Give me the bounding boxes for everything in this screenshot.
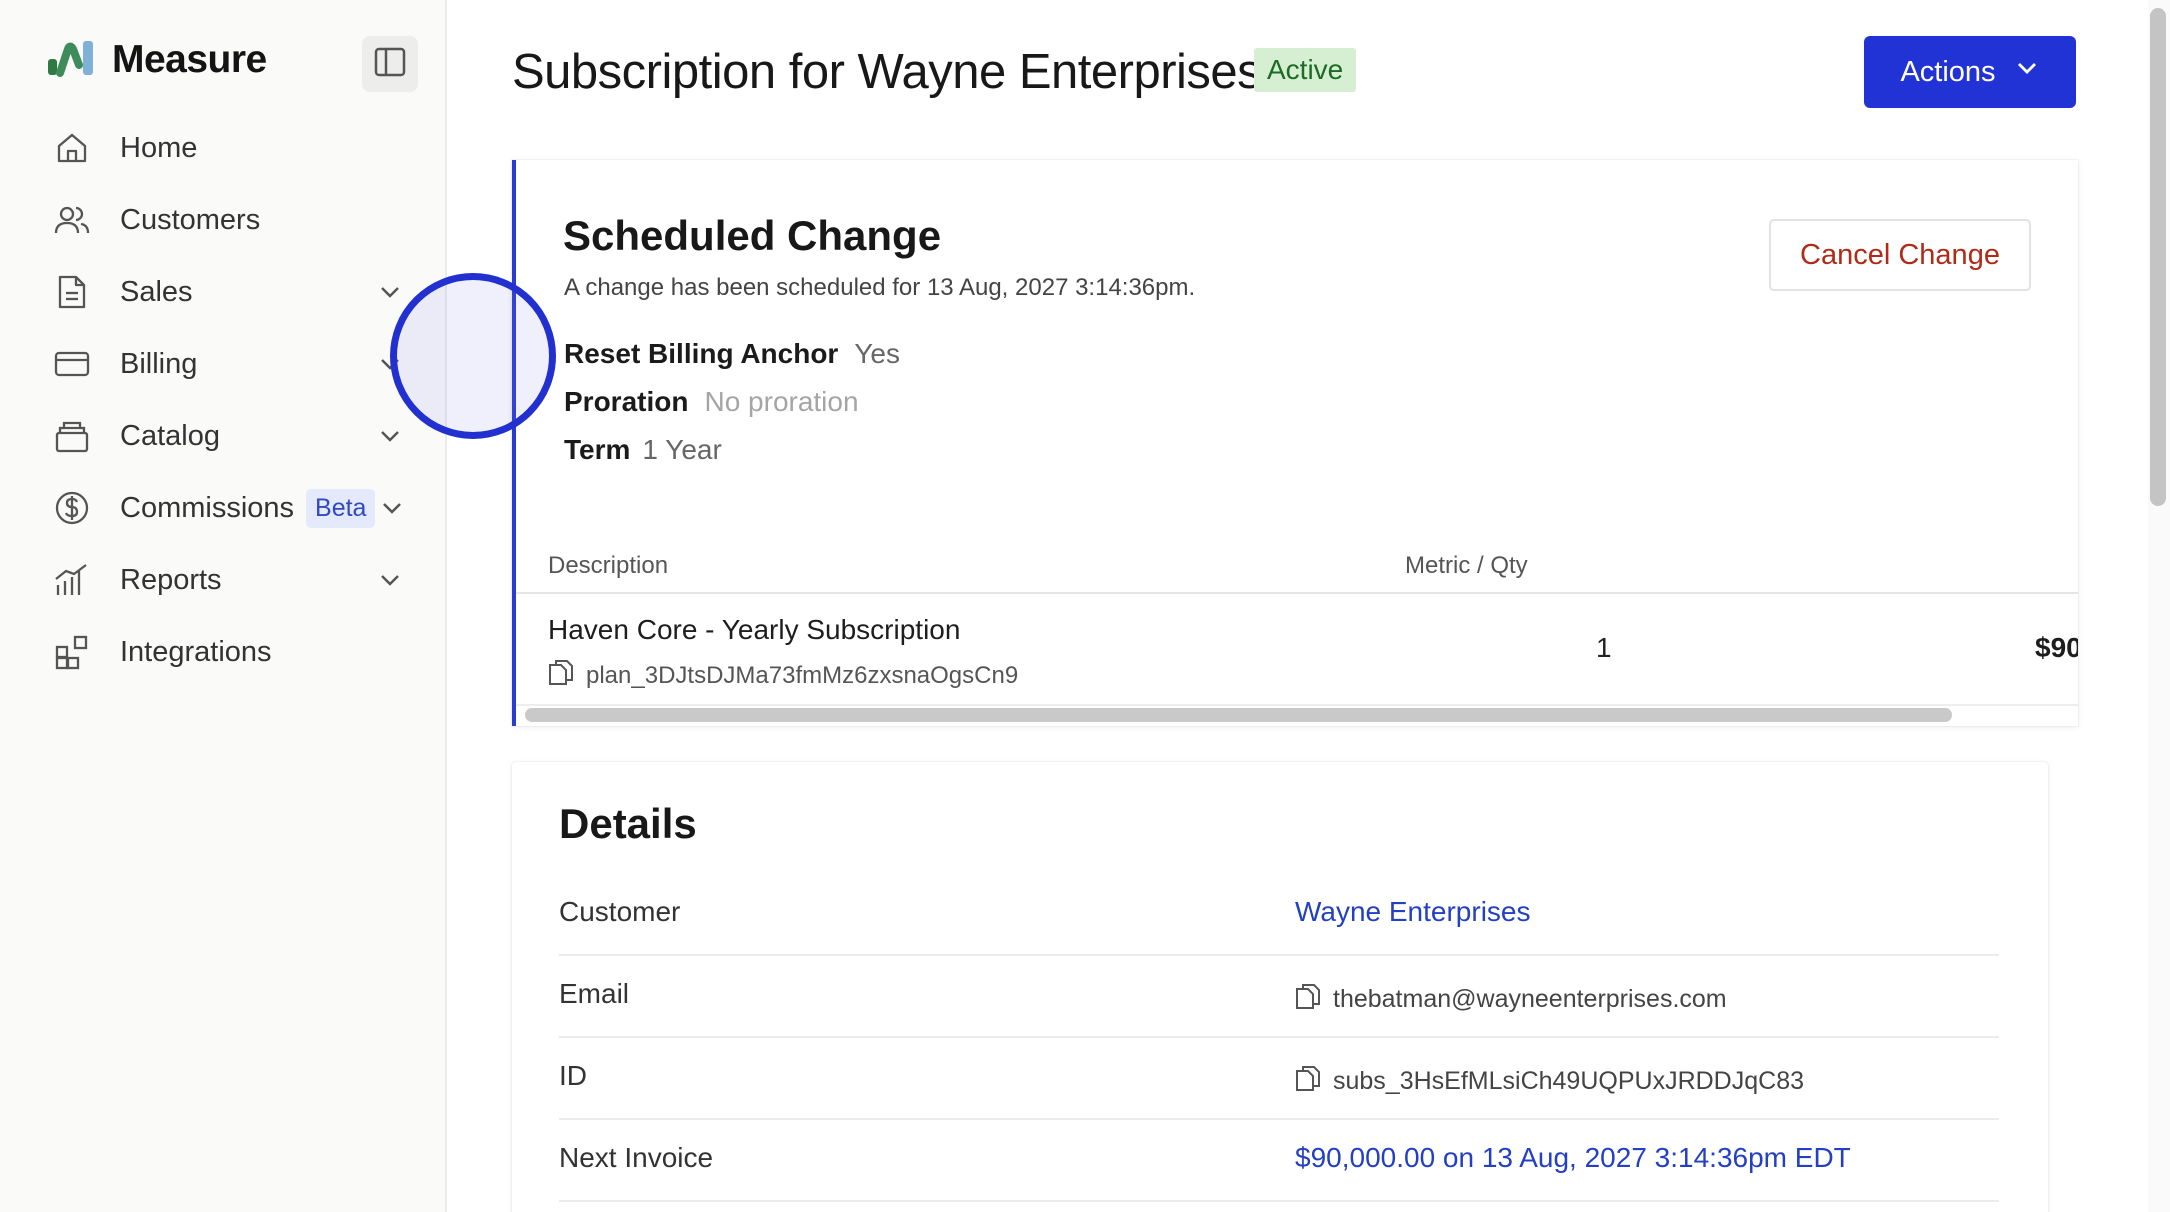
- chevron-down-icon[interactable]: [376, 422, 404, 450]
- scheduled-change-title: Scheduled Change: [563, 212, 942, 259]
- detail-row-email: Email thebatman@wayneenterprises.com: [559, 956, 1999, 1038]
- subscription-id-text: subs_3HsEfMLsiCh49UQPUxJRDDJqC83: [1333, 1067, 1804, 1095]
- line-item-name: Haven Core - Yearly Subscription: [548, 614, 961, 645]
- vertical-scrollbar-thumb[interactable]: [2150, 8, 2166, 506]
- document-icon: [54, 274, 90, 310]
- sidebar-item-label: Customers: [120, 203, 261, 236]
- detail-label: Customer: [559, 896, 681, 927]
- field-proration: Proration No proration: [564, 386, 859, 418]
- sidebar-item-label: Reports: [120, 563, 222, 596]
- sidebar-item-integrations[interactable]: Integrations: [0, 616, 447, 688]
- integrations-icon: [54, 634, 90, 670]
- sidebar-nav: Home Customers Sales Billing Catalog Com…: [0, 112, 447, 688]
- home-icon: [54, 130, 90, 166]
- collapse-sidebar-button[interactable]: [362, 36, 418, 92]
- details-title: Details: [559, 800, 697, 847]
- beta-badge: Beta: [306, 488, 376, 528]
- chevron-down-icon[interactable]: [376, 566, 404, 594]
- chevron-down-icon[interactable]: [378, 494, 406, 522]
- table-header: Description Metric / Qty: [516, 532, 2078, 594]
- email-text: thebatman@wayneenterprises.com: [1333, 985, 1727, 1013]
- status-badge: Active: [1254, 48, 1357, 92]
- detail-label: Next Invoice: [559, 1142, 714, 1173]
- brand[interactable]: Measure: [46, 38, 267, 82]
- main-content: Subscription for Wayne Enterprises Activ…: [449, 0, 2149, 1212]
- field-value: No proration: [704, 386, 859, 417]
- field-key: Proration: [564, 386, 689, 417]
- cancel-change-button[interactable]: Cancel Change: [1769, 219, 2031, 291]
- horizontal-scrollbar[interactable]: [525, 708, 1952, 722]
- actions-button[interactable]: Actions: [1864, 36, 2076, 108]
- sidebar: Measure Home Customers Sales Billing Cat…: [0, 0, 447, 1212]
- sidebar-item-reports[interactable]: Reports: [0, 544, 447, 616]
- sidebar-item-label: Integrations: [120, 635, 272, 668]
- field-value: 1 Year: [642, 434, 722, 465]
- cursor-highlight: [390, 273, 556, 439]
- copy-icon[interactable]: [1295, 982, 1321, 1017]
- line-item-qty: 1: [1596, 632, 1612, 663]
- column-metric-qty: Metric / Qty: [1405, 552, 1528, 579]
- sidebar-item-customers[interactable]: Customers: [0, 184, 447, 256]
- field-reset-billing-anchor: Reset Billing Anchor Yes: [564, 338, 900, 370]
- line-item-plan-id: plan_3DJtsDJMa73fmMz6zxsnaOgsCn9: [548, 658, 1018, 693]
- sidebar-toggle-icon: [373, 45, 407, 84]
- sidebar-item-sales[interactable]: Sales: [0, 256, 447, 328]
- copy-icon[interactable]: [548, 658, 574, 693]
- sidebar-item-home[interactable]: Home: [0, 112, 447, 184]
- field-value: Yes: [854, 338, 901, 369]
- chevron-down-icon: [2014, 55, 2040, 89]
- sidebar-item-label: Home: [120, 131, 198, 164]
- detail-value: subs_3HsEfMLsiCh49UQPUxJRDDJqC83: [1295, 1064, 1804, 1099]
- detail-value: thebatman@wayneenterprises.com: [1295, 982, 1727, 1017]
- detail-label: ID: [559, 1060, 587, 1091]
- sidebar-item-label: Sales: [120, 275, 193, 308]
- plan-id-text: plan_3DJtsDJMa73fmMz6zxsnaOgsCn9: [586, 661, 1019, 689]
- field-key: Term: [564, 434, 631, 465]
- detail-row-next-invoice: Next Invoice $90,000.00 on 13 Aug, 2027 …: [559, 1120, 1999, 1202]
- detail-label: Email: [559, 978, 630, 1009]
- dollar-circle-icon: [54, 490, 90, 526]
- brand-name: Measure: [112, 38, 267, 81]
- customer-link[interactable]: Wayne Enterprises: [1295, 896, 1531, 928]
- line-item-amount: $90,000: [2035, 632, 2078, 663]
- page-title: Subscription for Wayne Enterprises: [512, 45, 1262, 99]
- chevron-down-icon[interactable]: [376, 278, 404, 306]
- field-term: Term 1 Year: [564, 434, 722, 466]
- users-icon: [54, 202, 90, 238]
- sidebar-item-billing[interactable]: Billing: [0, 328, 447, 400]
- bar-chart-icon: [54, 562, 90, 598]
- detail-row-id: ID subs_3HsEfMLsiCh49UQPUxJRDDJqC83: [559, 1038, 1999, 1120]
- sidebar-item-catalog[interactable]: Catalog: [0, 400, 447, 472]
- detail-row-customer: Customer Wayne Enterprises: [559, 874, 1999, 956]
- catalog-icon: [54, 418, 90, 454]
- actions-label: Actions: [1900, 55, 1996, 88]
- details-card: Details Customer Wayne Enterprises Email…: [512, 762, 2048, 1212]
- copy-icon[interactable]: [1295, 1064, 1321, 1099]
- measure-logo-icon: [46, 39, 96, 82]
- next-invoice-link[interactable]: $90,000.00 on 13 Aug, 2027 3:14:36pm EDT: [1295, 1142, 1851, 1174]
- sidebar-item-label: Billing: [120, 347, 198, 380]
- column-description: Description: [548, 552, 669, 579]
- scheduled-change-subtitle: A change has been scheduled for 13 Aug, …: [564, 274, 1196, 301]
- table-row: Haven Core - Yearly Subscription plan_3D…: [516, 594, 2078, 706]
- credit-card-icon: [54, 346, 90, 382]
- sidebar-item-label: Commissions: [120, 491, 295, 524]
- sidebar-item-label: Catalog: [120, 419, 220, 452]
- field-key: Reset Billing Anchor: [564, 338, 839, 369]
- scheduled-change-card: Scheduled Change A change has been sched…: [512, 160, 2078, 726]
- sidebar-item-commissions[interactable]: Commissions Beta: [0, 472, 447, 544]
